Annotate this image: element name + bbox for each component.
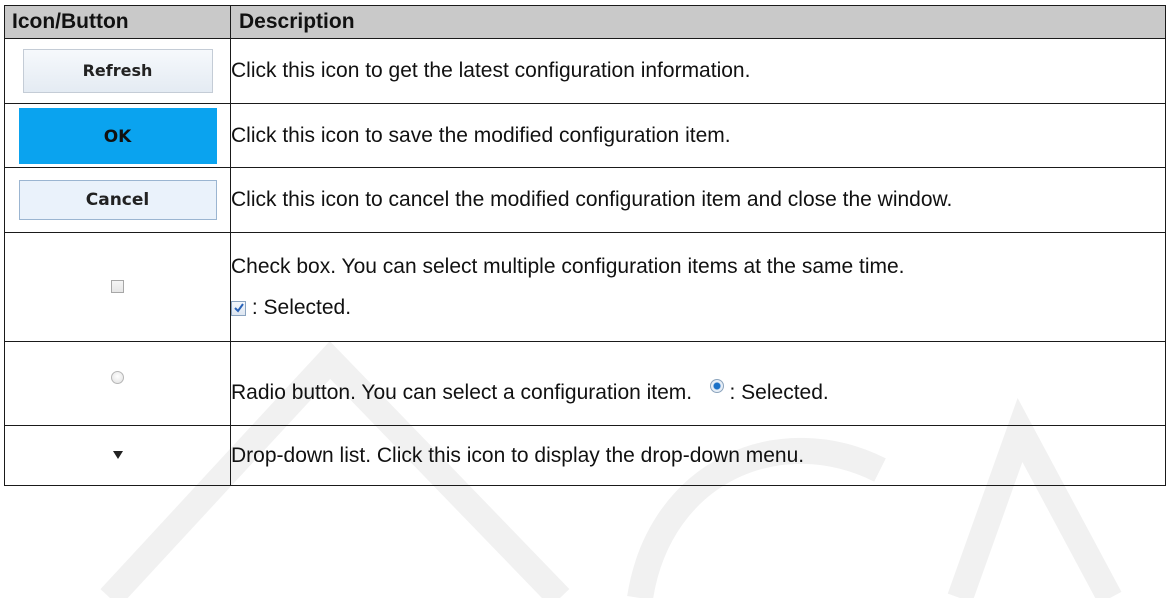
table-row: Cancel Click this icon to cancel the mod… [4, 167, 1166, 233]
description-text: Click this icon to cancel the modified c… [230, 167, 1166, 233]
selected-label: : Selected. [729, 380, 829, 404]
table-row: Refresh Click this icon to get the lates… [4, 38, 1166, 104]
description-text: Drop-down list. Click this icon to displ… [230, 425, 1166, 486]
table-row: Drop-down list. Click this icon to displ… [4, 425, 1166, 486]
header-icon-button: Icon/Button [4, 5, 231, 39]
icon-description-table: Icon/Button Description Refresh Click th… [4, 5, 1166, 486]
dropdown-arrow-icon[interactable] [112, 451, 123, 460]
table-row: Radio button. You can select a configura… [4, 341, 1166, 426]
table-row: OK Click this icon to save the modified … [4, 103, 1166, 168]
radio-selected-icon [709, 378, 724, 393]
description-text: Radio button. You can select a configura… [231, 380, 693, 404]
description-text: Click this icon to get the latest config… [230, 38, 1166, 104]
selected-label: : Selected. [251, 295, 352, 319]
description-text: Check box. You can select multiple confi… [231, 254, 905, 278]
checkbox-icon[interactable] [111, 280, 124, 294]
table-row: Check box. You can select multiple confi… [4, 232, 1166, 342]
ok-button[interactable]: OK [18, 107, 217, 164]
header-description: Description [230, 5, 1166, 39]
description-text: Click this icon to save the modified con… [230, 103, 1166, 168]
table-header-row: Icon/Button Description [4, 5, 1166, 39]
radio-icon[interactable] [111, 370, 124, 384]
refresh-button[interactable]: Refresh [22, 49, 213, 93]
checkbox-checked-icon [231, 300, 246, 316]
cancel-button[interactable]: Cancel [18, 180, 217, 220]
